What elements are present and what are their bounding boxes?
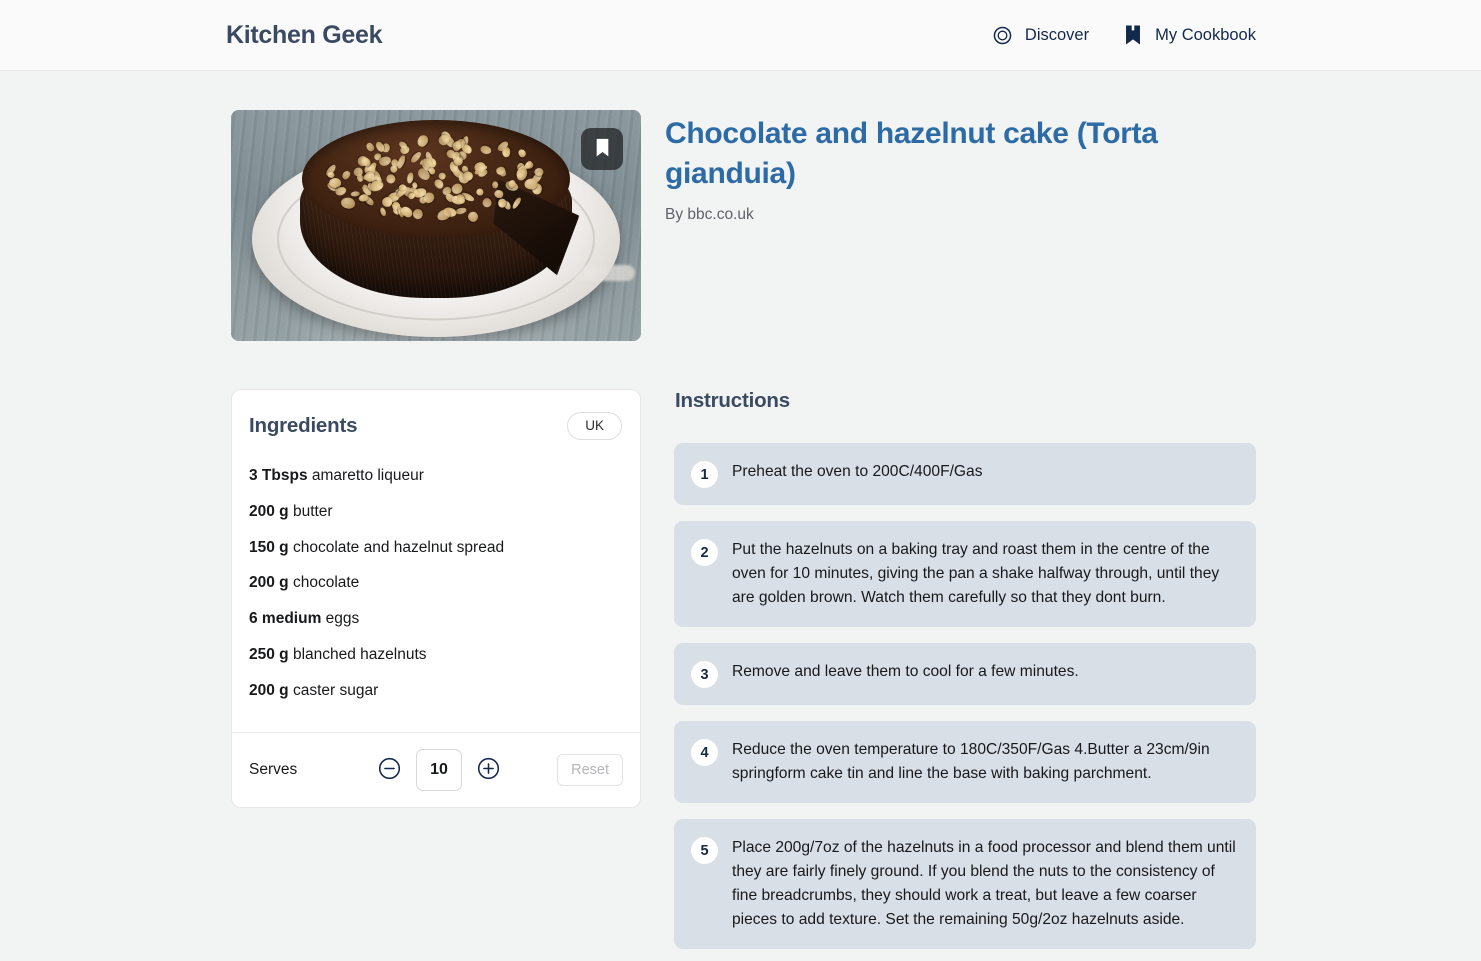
hazelnut-piece <box>428 166 437 176</box>
nav-label-my-cookbook: My Cookbook <box>1155 25 1256 44</box>
ingredient-quantity: 250 g <box>249 646 289 664</box>
ingredients-title: Ingredients <box>249 414 358 438</box>
main-nav: Discover My Cookbook <box>992 24 1256 46</box>
instructions-list: 1 Preheat the oven to 200C/400F/Gas 2 Pu… <box>674 443 1256 961</box>
step-text: Put the hazelnuts on a baking tray and r… <box>732 541 1220 606</box>
step-number: 3 <box>691 661 718 688</box>
instructions-title: Instructions <box>675 389 790 412</box>
hazelnut-piece <box>385 172 398 185</box>
cake-photo <box>231 110 641 341</box>
hazelnut-piece <box>373 140 386 153</box>
step-text: Reduce the oven temperature to 180C/350F… <box>732 741 1210 782</box>
nav-label-discover: Discover <box>1024 25 1090 44</box>
hazelnut-piece <box>510 195 523 210</box>
hazelnut-piece <box>475 187 485 196</box>
hazelnut-piece <box>411 207 426 221</box>
list-item: 200 g caster sugar <box>249 674 623 710</box>
list-item: 150 g chocolate and hazelnut spread <box>249 530 623 566</box>
serves-label: Serves <box>249 760 298 778</box>
list-item: 250 g blanched hazelnuts <box>249 638 623 674</box>
list-item: 6 medium eggs <box>249 602 623 638</box>
ingredient-name: caster sugar <box>292 682 379 700</box>
hazelnut-piece <box>365 141 376 153</box>
ingredient-name: eggs <box>325 610 360 628</box>
hazelnut-piece <box>534 167 545 177</box>
hazelnut-piece <box>497 197 506 208</box>
step-text: Remove and leave them to cool for a few … <box>732 663 1079 680</box>
step-text: Preheat the oven to 200C/400F/Gas <box>732 463 983 480</box>
hazelnut-piece <box>396 154 407 170</box>
page-title: Chocolate and hazelnut cake (Torta giand… <box>665 117 1158 190</box>
unit-system-toggle[interactable]: UK <box>567 412 622 441</box>
ingredient-name: chocolate <box>292 574 360 592</box>
compass-icon <box>992 24 1014 46</box>
recipe-image <box>231 110 641 341</box>
hazelnut-piece <box>466 210 481 225</box>
ingredient-quantity: 200 g <box>249 574 289 592</box>
reset-button[interactable]: Reset <box>557 753 623 786</box>
instruction-step: 3 Remove and leave them to cool for a fe… <box>674 643 1256 705</box>
instructions-section: Instructions 1 Preheat the oven to 200C/… <box>674 389 1256 961</box>
ingredient-name: chocolate and hazelnut spread <box>292 538 505 556</box>
serves-control: Serves 10 Reset <box>232 731 640 807</box>
recipe-header: Chocolate and hazelnut cake (Torta giand… <box>665 110 1256 341</box>
circle-minus-icon <box>377 756 402 784</box>
nav-item-my-cookbook[interactable]: My Cookbook <box>1122 24 1256 46</box>
hazelnut-piece <box>415 133 431 149</box>
list-item: 200 g chocolate <box>249 566 623 602</box>
nav-item-discover[interactable]: Discover <box>992 24 1089 46</box>
ingredients-header: Ingredients UK <box>232 390 640 454</box>
ingredient-name: blanched hazelnuts <box>292 646 427 664</box>
ingredient-quantity: 3 Tbsps <box>249 466 308 484</box>
ingredient-name: amaretto liqueur <box>311 466 424 484</box>
hazelnut-piece <box>479 144 493 155</box>
ingredients-list: 3 Tbsps amaretto liqueur 200 g butter 15… <box>232 454 640 731</box>
app-logo[interactable]: Kitchen Geek <box>226 21 382 50</box>
hazelnut-piece <box>502 146 511 158</box>
hazelnut-piece <box>340 169 351 181</box>
hazelnut-piece <box>378 207 387 218</box>
recipe-body-section: Ingredients UK 3 Tbsps amaretto liqueur … <box>0 341 1481 961</box>
step-number: 2 <box>691 539 718 566</box>
save-recipe-button[interactable] <box>581 128 623 170</box>
ingredient-name: butter <box>292 502 333 520</box>
list-item: 3 Tbsps amaretto liqueur <box>249 458 623 494</box>
recipe-hero-section: Chocolate and hazelnut cake (Torta giand… <box>0 71 1481 341</box>
instruction-step: 1 Preheat the oven to 200C/400F/Gas <box>674 443 1256 505</box>
ingredient-quantity: 6 medium <box>249 610 322 628</box>
quantity-stepper: 10 <box>377 748 501 791</box>
hazelnut-piece <box>349 190 360 198</box>
ingredient-quantity: 200 g <box>249 502 289 520</box>
decrement-serves-button[interactable] <box>377 757 402 782</box>
hazelnut-piece <box>517 148 528 159</box>
serving-knife <box>555 264 635 281</box>
circle-plus-icon <box>476 756 501 784</box>
step-text: Place 200g/7oz of the hazelnuts in a foo… <box>732 839 1236 928</box>
hazelnut-topping <box>311 126 561 232</box>
ingredient-quantity: 150 g <box>249 538 289 556</box>
serves-input[interactable]: 10 <box>416 748 462 791</box>
app-header: Kitchen Geek Discover My Cookbook <box>0 0 1481 71</box>
increment-serves-button[interactable] <box>476 757 501 782</box>
step-number: 1 <box>691 461 718 488</box>
step-number: 5 <box>691 837 718 864</box>
recipe-byline: By bbc.co.uk <box>665 206 754 223</box>
instruction-step: 5 Place 200g/7oz of the hazelnuts in a f… <box>674 819 1256 949</box>
list-item: 200 g butter <box>249 494 623 530</box>
hazelnut-piece <box>493 189 504 199</box>
step-number: 4 <box>691 739 718 766</box>
bookmark-icon <box>594 138 611 161</box>
hazelnut-piece <box>491 181 499 190</box>
hazelnut-piece <box>480 196 493 209</box>
instruction-step: 4 Reduce the oven temperature to 180C/35… <box>674 721 1256 803</box>
ingredient-quantity: 200 g <box>249 682 289 700</box>
instruction-step: 2 Put the hazelnuts on a baking tray and… <box>674 521 1256 627</box>
hazelnut-piece <box>340 197 356 210</box>
bookmark-icon <box>1122 24 1144 46</box>
ingredients-card: Ingredients UK 3 Tbsps amaretto liqueur … <box>231 389 641 808</box>
